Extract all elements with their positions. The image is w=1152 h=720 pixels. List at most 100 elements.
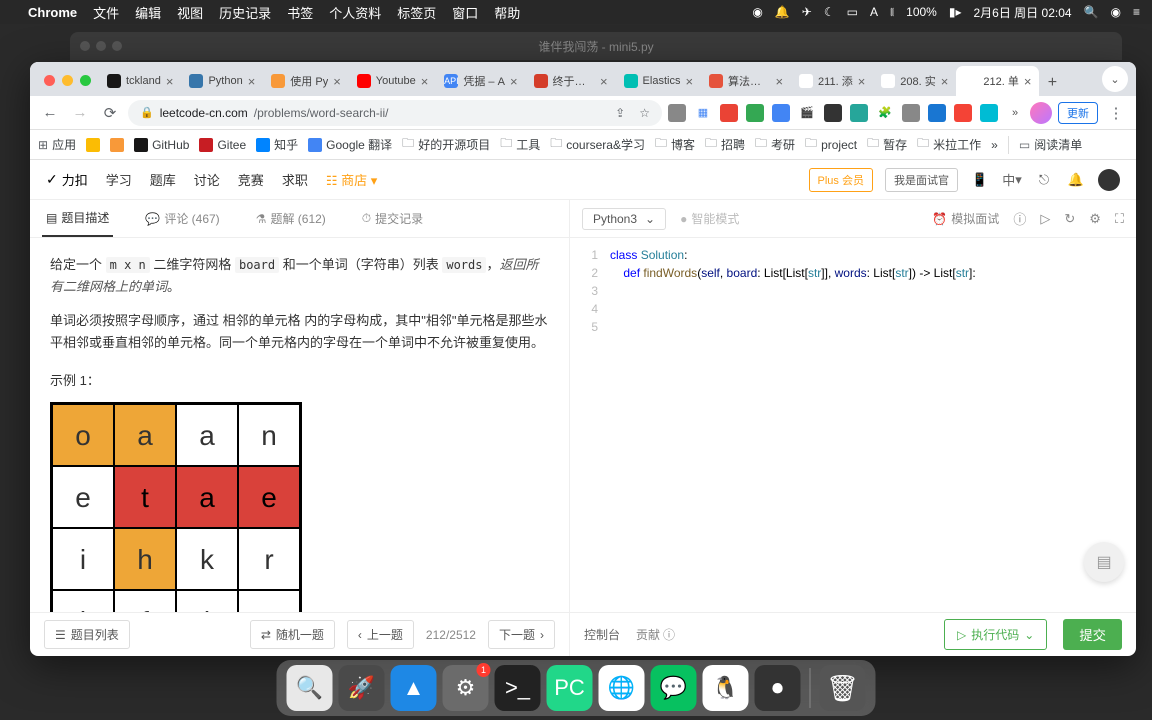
back-button[interactable]: ← [38,101,62,125]
chrome-menu-button[interactable]: ⋮ [1104,101,1128,125]
nav-discuss[interactable]: 讨论 [194,170,220,189]
bookmark-item[interactable]: 知乎 [256,136,298,153]
code-editor[interactable]: 1class Solution:2 def findWords(self, bo… [570,238,1136,612]
menu-help[interactable]: 帮助 [494,3,520,22]
mock-interview-button[interactable]: ⏰模拟面试 [932,210,999,227]
prev-problem-button[interactable]: ‹上一题 [347,620,414,649]
ext-icon[interactable] [928,104,946,122]
logout-icon[interactable]: ⎋ [1034,170,1054,190]
tab-comments[interactable]: 💬评论 (467) [141,200,223,237]
close-tab-icon[interactable]: × [421,74,429,89]
dock-app-icon[interactable]: 🐧 [703,665,749,711]
browser-tab[interactable]: 终于有人× [526,66,616,96]
close-tab-icon[interactable]: × [600,74,608,89]
browser-tab[interactable]: tckland× [99,66,181,96]
tab-description[interactable]: ▤题目描述 [42,200,113,237]
language-button[interactable]: 中 ▾ [1002,170,1022,190]
datetime[interactable]: 2月6日 周日 02:04 [974,4,1072,21]
browser-tab[interactable]: Python× [181,66,263,96]
settings-icon[interactable]: ⚙ [1089,211,1101,227]
reading-list[interactable]: ▭阅读清单 [1019,136,1082,153]
run-code-button[interactable]: ▷执行代码⌄ [944,619,1047,650]
close-tab-icon[interactable]: × [1024,74,1032,89]
close-tab-icon[interactable]: × [775,74,783,89]
menubar-menu-icon[interactable]: ≡ [1133,5,1140,19]
menu-bookmarks[interactable]: 书签 [287,3,313,22]
app-name[interactable]: Chrome [28,5,77,20]
status-icon[interactable]: 🔔 [775,5,790,19]
user-avatar[interactable] [1098,169,1120,191]
menu-profile[interactable]: 个人资料 [329,3,381,22]
nav-contest[interactable]: 竞赛 [238,170,264,189]
ext-icon[interactable] [772,104,790,122]
dock-app-icon[interactable]: ▲ [391,665,437,711]
control-center-icon[interactable]: ▭ [847,5,858,19]
wifi-icon[interactable]: ⧛ [890,5,894,20]
close-tab-icon[interactable]: × [858,74,866,89]
bookmark-item[interactable]: GitHub [134,138,189,152]
maximize-window-button[interactable] [80,75,91,86]
extensions-button[interactable]: » [1006,104,1024,122]
ext-icon[interactable] [720,104,738,122]
telegram-icon[interactable]: ✈ [802,5,812,19]
profile-avatar[interactable] [1030,102,1052,124]
bookmark-item[interactable]: Gitee [199,138,246,152]
input-icon[interactable]: A [870,5,878,19]
random-problem-button[interactable]: ⇄随机一题 [250,620,335,649]
battery-icon[interactable]: ▮▸ [949,5,962,19]
dock-app-icon[interactable]: PC [547,665,593,711]
browser-tab[interactable]: Elastics× [616,66,702,96]
ext-icon[interactable] [746,104,764,122]
tab-dropdown-button[interactable]: ⌄ [1102,66,1128,92]
ext-icon[interactable]: ▦ [694,104,712,122]
menu-window[interactable]: 窗口 [452,3,478,22]
update-button[interactable]: 更新 [1058,102,1098,124]
bookmark-folder[interactable]: 🗀project [805,134,857,155]
dock-app-icon[interactable]: 💬 [651,665,697,711]
browser-tab[interactable]: 208. 实× [873,66,956,96]
fullscreen-icon[interactable]: ⛶ [1115,211,1124,227]
siri-icon[interactable]: ◉ [1111,5,1121,19]
dock-app-icon[interactable]: 🚀 [339,665,385,711]
status-icon[interactable]: ◉ [752,5,762,19]
browser-tab[interactable]: 212. 单× [956,66,1039,96]
interviewer-button[interactable]: 我是面试官 [885,168,958,192]
tab-submissions[interactable]: ⏱提交记录 [358,200,427,237]
menu-history[interactable]: 历史记录 [219,3,271,22]
nav-jobs[interactable]: 求职 [282,170,308,189]
plus-member-button[interactable]: Plus 会员 [809,168,873,192]
feedback-fab[interactable]: ▤ [1084,542,1124,582]
menu-edit[interactable]: 编辑 [135,3,161,22]
ext-icon[interactable] [902,104,920,122]
close-tab-icon[interactable]: × [941,74,949,89]
bell-icon[interactable]: 🔔 [1066,170,1086,190]
bookmark-item[interactable]: Google 翻译 [308,136,392,153]
bookmark-folder[interactable]: 🗀工具 [500,134,540,155]
bookmark-folder[interactable]: 🗀暂存 [867,134,907,155]
submit-button[interactable]: 提交 [1063,619,1122,650]
url-input[interactable]: 🔒 leetcode-cn.com/problems/word-search-i… [128,100,662,126]
nav-store[interactable]: ☷ 商店 ▾ [326,170,377,189]
problem-list-button[interactable]: ☰题目列表 [44,620,130,649]
info-icon[interactable]: ⓘ [1013,209,1026,228]
close-tab-icon[interactable]: × [248,74,256,89]
next-problem-button[interactable]: 下一题› [488,620,555,649]
nav-learn[interactable]: 学习 [106,170,132,189]
reset-icon[interactable]: ↻ [1064,211,1075,227]
play-icon[interactable]: ▷ [1040,211,1050,227]
bookmark-folder[interactable]: 🗀米拉工作 [917,134,981,155]
leetcode-logo[interactable]: ✓ 力扣 [46,170,88,189]
dock-app-icon[interactable]: ⏺ [755,665,801,711]
bookmark-folder[interactable]: 🗀考研 [755,134,795,155]
apps-button[interactable]: ⊞应用 [38,136,76,153]
bookmark-folder[interactable]: 🗀coursera&学习 [550,134,645,155]
menu-tabs[interactable]: 标签页 [397,3,436,22]
close-tab-icon[interactable]: × [166,74,174,89]
ext-icon[interactable] [850,104,868,122]
bookmark-folder[interactable]: 🗀博客 [655,134,695,155]
bookmark-folder[interactable]: 🗀招聘 [705,134,745,155]
browser-tab[interactable]: 算法知识× [701,66,791,96]
trash-icon[interactable]: 🗑 [820,665,866,711]
tab-solutions[interactable]: ⚗题解 (612) [252,200,330,237]
console-button[interactable]: 控制台 [584,626,620,643]
